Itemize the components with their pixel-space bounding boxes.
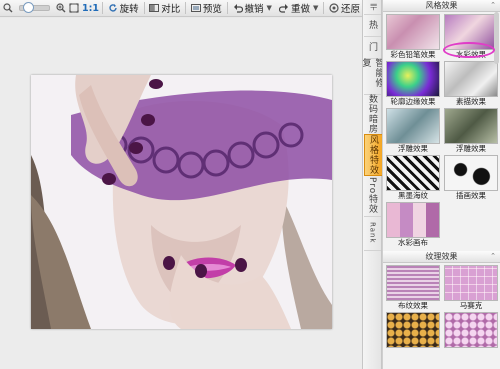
compare-label: 对比 <box>161 4 181 15</box>
effect-thumbnail <box>444 155 498 191</box>
effect-label: 浮雕效果 <box>398 144 428 153</box>
effect-thumbnail <box>444 312 498 348</box>
zoom-out-icon[interactable] <box>3 3 13 13</box>
effect-label: 水彩画布 <box>398 238 428 247</box>
restore-label: 还原 <box>340 4 360 15</box>
effect-black-ink[interactable]: 黑墨海纹 <box>386 155 440 202</box>
tab-hot[interactable]: 热 <box>364 14 381 37</box>
tab-pro-effects[interactable]: Pro特效 <box>364 176 381 217</box>
preview-label: 预览 <box>202 4 222 15</box>
effect-emboss-b[interactable]: 浮雕效果 <box>444 108 498 155</box>
effect-cloth-texture[interactable]: 布纹效果 <box>386 265 440 312</box>
actual-size-button[interactable]: 1:1 <box>82 3 99 14</box>
undo-dropdown-icon[interactable]: ▼ <box>267 4 272 12</box>
tab-door[interactable]: 门 <box>364 36 381 59</box>
redo-label: 重做 <box>290 4 310 15</box>
effect-mosaic[interactable]: 马赛克 <box>444 265 498 312</box>
effect-thumbnail <box>386 265 440 301</box>
redo-button[interactable]: 重做 ▼ <box>277 1 320 15</box>
rotate-label: 旋转 <box>119 4 139 15</box>
compare-icon <box>149 3 160 13</box>
effect-thumbnail <box>444 108 498 144</box>
restore-button[interactable]: 还原 <box>327 1 362 15</box>
collapse-up-icon[interactable]: ⌃ <box>490 0 496 11</box>
toolbar-divider <box>185 2 186 14</box>
effect-colored-pencil[interactable]: 彩色铅笔效果 <box>386 14 440 61</box>
zoom-in-icon[interactable] <box>56 3 66 13</box>
effect-label: 布纹效果 <box>398 301 428 310</box>
effect-thumbnail <box>386 14 440 50</box>
panel-toggle-icon[interactable]: ⊪ <box>364 0 381 15</box>
effect-label: 插画效果 <box>456 191 486 200</box>
effect-thumbnail <box>444 265 498 301</box>
restore-icon <box>329 3 339 13</box>
style-effects-title: 风格效果 <box>425 1 458 10</box>
rotate-icon <box>108 3 118 13</box>
effect-label: 浮雕效果 <box>456 144 486 153</box>
edited-photo <box>31 75 332 329</box>
effect-texture-4[interactable] <box>444 312 498 359</box>
tab-digital-darkroom[interactable]: 数码暗房 <box>364 94 381 135</box>
toolbar-divider <box>101 2 103 14</box>
texture-effects-grid: 布纹效果 马赛克 <box>383 263 500 359</box>
texture-effects-header[interactable]: 纹理效果 ⌃ <box>383 251 500 263</box>
effect-label: 素描效果 <box>456 97 486 106</box>
effect-thumbnail <box>386 155 440 191</box>
effect-thumbnail <box>386 312 440 348</box>
rotate-button[interactable]: 旋转 <box>106 1 141 15</box>
texture-effects-title: 纹理效果 <box>425 252 458 261</box>
toolbar-divider <box>143 2 145 14</box>
undo-icon <box>233 3 243 13</box>
effect-illustration[interactable]: 插画效果 <box>444 155 498 202</box>
editor-toolbar: 1:1 旋转 对比 预览 撤销 ▼ 重做 ▼ 还原 <box>0 0 362 17</box>
zoom-slider-knob[interactable] <box>22 2 34 13</box>
undo-label: 撤销 <box>244 4 264 15</box>
tab-smart-repair[interactable]: 智能修复 <box>361 58 384 95</box>
redo-dropdown-icon[interactable]: ▼ <box>313 4 318 12</box>
undo-button[interactable]: 撤销 ▼ <box>231 1 274 15</box>
image-canvas[interactable] <box>0 18 362 369</box>
effect-thumbnail <box>386 202 440 238</box>
preview-icon <box>190 3 201 13</box>
effect-emboss-a[interactable]: 浮雕效果 <box>386 108 440 155</box>
tab-style-effects[interactable]: 风格特效 <box>364 134 383 176</box>
tab-rank[interactable]: Rank <box>364 216 381 251</box>
effect-thumbnail <box>444 61 498 97</box>
category-tabs: ⊪ 热 门 智能修复 数码暗房 风格特效 Pro特效 Rank <box>361 0 384 369</box>
effect-label: 彩色铅笔效果 <box>390 50 436 59</box>
toolbar-divider <box>323 2 324 14</box>
effect-texture-3[interactable] <box>386 312 440 359</box>
redo-icon <box>278 3 289 13</box>
effect-thumbnail <box>386 61 440 97</box>
zoom-slider[interactable] <box>19 2 50 13</box>
effect-contour-edge[interactable]: 轮廓边缘效果 <box>386 61 440 108</box>
effect-thumbnail <box>386 108 440 144</box>
highlight-annotation <box>443 42 495 58</box>
panel-scrollbar[interactable] <box>494 12 499 64</box>
collapse-up-icon[interactable]: ⌃ <box>490 251 496 262</box>
effect-label: 黑墨海纹 <box>398 191 428 200</box>
effect-sketch[interactable]: 素描效果 <box>444 61 498 108</box>
fit-window-icon[interactable] <box>69 3 79 13</box>
preview-button[interactable]: 预览 <box>189 1 224 15</box>
style-effects-header[interactable]: 风格效果 ⌃ <box>383 0 500 12</box>
compare-button[interactable]: 对比 <box>147 1 182 15</box>
effect-label: 马赛克 <box>459 301 483 310</box>
effect-label: 轮廓边缘效果 <box>390 97 436 106</box>
watercolor-portrait-image <box>31 75 332 329</box>
effect-watercolor-canvas[interactable]: 水彩画布 <box>386 202 440 249</box>
toolbar-divider <box>226 2 228 14</box>
